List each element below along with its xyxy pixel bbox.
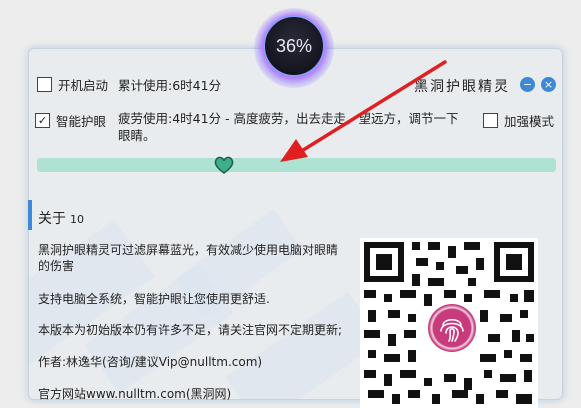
startup-checkbox[interactable] bbox=[37, 77, 52, 92]
heart-icon[interactable] bbox=[213, 154, 235, 176]
enhanced-option[interactable]: 加强模式 bbox=[483, 111, 554, 130]
about-heading: 关于 10 bbox=[38, 208, 84, 228]
fatigue-text: 疲劳使用:4时41分 - 高度疲劳，出去走走，望远方，调节一下眼睛。 bbox=[118, 111, 459, 143]
about-link[interactable]: 官方网站www.nulltm.com(黑洞网) bbox=[38, 386, 358, 402]
total-usage: 累计使用:6时41分 bbox=[118, 75, 221, 94]
brightness-slider[interactable] bbox=[37, 158, 556, 172]
eye-protect-option[interactable]: ✓ 智能护眼 bbox=[35, 111, 106, 130]
section-marker bbox=[28, 200, 32, 230]
usage-percent: 36% bbox=[275, 35, 313, 56]
startup-option[interactable]: 开机启动 bbox=[37, 75, 108, 94]
about-line: 本版本为初始版本仍有许多不足，请关注官网不定期更新; bbox=[38, 323, 343, 337]
fingerprint-icon bbox=[440, 318, 464, 342]
about-version: 10 bbox=[70, 213, 84, 226]
about-line: 支持电脑全系统，智能护眼让您使用更舒适. bbox=[38, 292, 270, 306]
startup-label: 开机启动 bbox=[58, 78, 109, 93]
about-title: 关于 bbox=[38, 211, 66, 227]
app-title: 黑洞护眼精灵 bbox=[414, 79, 510, 95]
minimize-button[interactable]: − bbox=[520, 77, 535, 92]
about-line: 作者:林逸华(咨询/建议Vip@nulltm.com) bbox=[38, 355, 263, 369]
enhanced-label: 加强模式 bbox=[504, 114, 555, 129]
fingerprint-logo bbox=[428, 304, 476, 352]
about-line: 黑洞护眼精灵可过滤屏幕蓝光，有效减少使用电脑对眼睛的伤害 bbox=[38, 243, 339, 273]
usage-badge: 36% bbox=[248, 6, 340, 88]
badge-core: 36% bbox=[263, 15, 325, 77]
eye-protect-checkbox[interactable]: ✓ bbox=[35, 113, 50, 128]
total-usage-text: 累计使用:6时41分 bbox=[118, 78, 222, 93]
eye-protect-label: 智能护眼 bbox=[56, 114, 107, 129]
close-button[interactable]: × bbox=[541, 77, 556, 92]
enhanced-checkbox[interactable] bbox=[483, 113, 498, 128]
